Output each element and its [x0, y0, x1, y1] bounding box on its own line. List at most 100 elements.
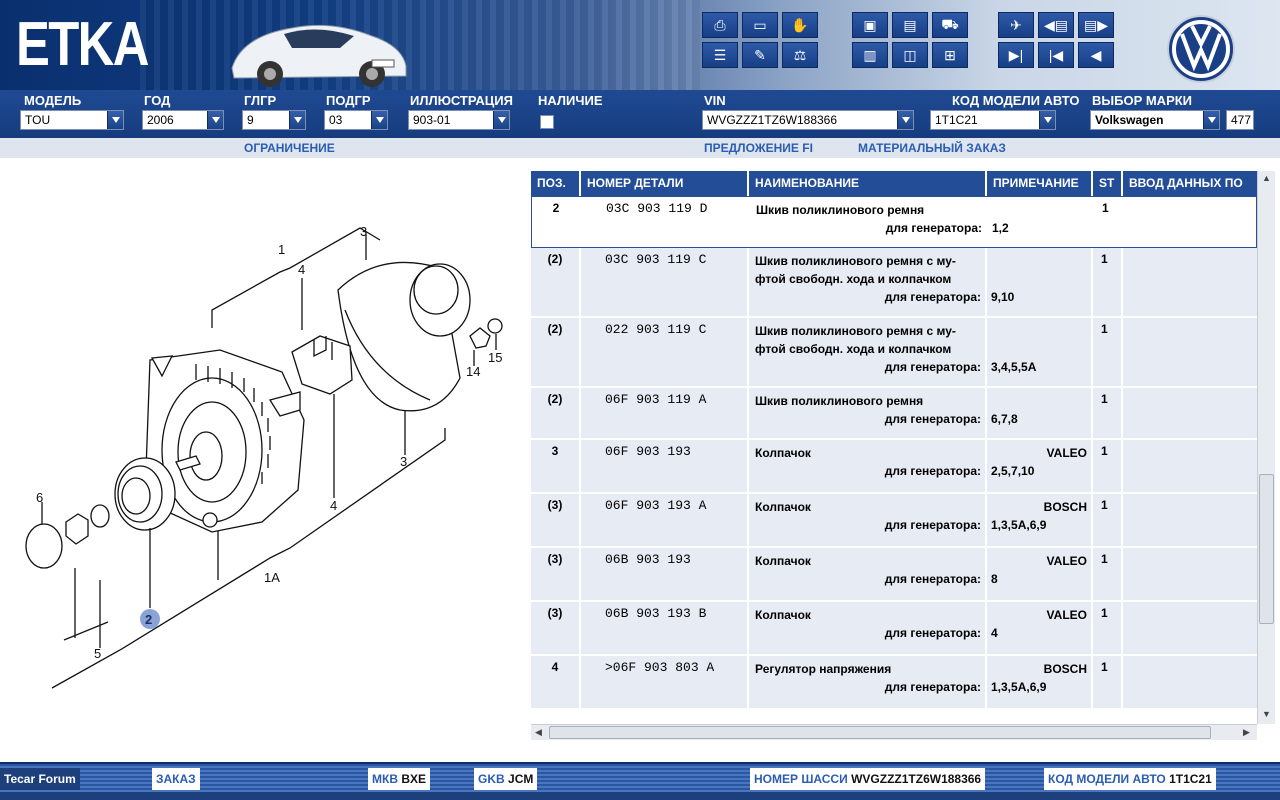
- brand-select[interactable]: Volkswagen: [1090, 110, 1220, 130]
- row-note: VALEO 2,5,7,10: [987, 440, 1093, 492]
- col-note-header[interactable]: ПРИМЕЧАНИЕ: [987, 171, 1093, 196]
- row-note: 6,7,8: [987, 388, 1093, 438]
- row-part-number[interactable]: 06B 903 193 B: [581, 602, 749, 654]
- forum-link[interactable]: Tecar Forum: [0, 768, 80, 790]
- model-select[interactable]: TOU: [20, 110, 124, 130]
- model-code-select[interactable]: 1T1C21: [930, 110, 1056, 130]
- elsa-icon[interactable]: ▣: [852, 12, 888, 38]
- row-input-cell[interactable]: [1123, 440, 1257, 492]
- depot-icon[interactable]: ▤: [892, 12, 928, 38]
- row-generator-label: для генератора:: [884, 626, 981, 640]
- chevron-down-icon[interactable]: [207, 111, 223, 129]
- prev-page-icon[interactable]: ◀▤: [1038, 12, 1074, 38]
- car-image: [231, 24, 407, 87]
- chevron-down-icon[interactable]: [107, 111, 123, 129]
- horizontal-scrollbar[interactable]: ◀ ▶: [531, 724, 1257, 740]
- chevron-down-icon[interactable]: [897, 111, 913, 129]
- row-part-number[interactable]: >06F 903 803 A: [581, 656, 749, 708]
- row-input-cell[interactable]: [1123, 318, 1257, 386]
- vin-select[interactable]: WVGZZZ1TZ6W188366: [702, 110, 914, 130]
- row-position: (3): [531, 548, 581, 600]
- selected-callout[interactable]: 2: [140, 609, 160, 629]
- pin-icon[interactable]: ✈: [998, 12, 1034, 38]
- col-pos-header[interactable]: ПОЗ.: [531, 171, 581, 196]
- horizontal-scroll-thumb[interactable]: [549, 726, 1211, 739]
- table-row[interactable]: (3) 06F 903 193 A Колпачок для генератора: B…: [531, 494, 1257, 548]
- row-input-cell[interactable]: [1123, 656, 1257, 708]
- tools-icon[interactable]: ▥: [852, 42, 888, 68]
- col-st-header[interactable]: ST: [1093, 171, 1123, 196]
- restriction-link[interactable]: ОГРАНИЧЕНИЕ: [244, 141, 335, 155]
- table-row[interactable]: (2) 03C 903 119 C Шкив поликлинового ремня…: [531, 248, 1257, 318]
- vertical-scrollbar[interactable]: ▲ ▼: [1257, 171, 1275, 724]
- printer-icon[interactable]: ⎙: [702, 12, 738, 38]
- col-name-header[interactable]: НАИМЕНОВАНИЕ: [749, 171, 987, 196]
- row-part-number[interactable]: 06F 903 193 A: [581, 494, 749, 546]
- callout-label: 4: [298, 262, 305, 277]
- scale-icon[interactable]: ⚖: [782, 42, 818, 68]
- table-row[interactable]: (2) 022 903 119 C Шкив поликлинового ремня…: [531, 318, 1257, 388]
- row-name-line: Колпачок: [755, 500, 811, 514]
- availability-checkbox[interactable]: [540, 115, 554, 129]
- row-part-number[interactable]: 03C 903 119 D: [582, 197, 750, 247]
- book-icon[interactable]: ▭: [742, 12, 778, 38]
- callout-label: 6: [36, 490, 43, 505]
- car-icon[interactable]: ◫: [892, 42, 928, 68]
- row-part-number[interactable]: 06F 903 119 A: [581, 388, 749, 438]
- row-input-cell[interactable]: [1124, 197, 1256, 247]
- col-number-header[interactable]: НОМЕР ДЕТАЛИ: [581, 171, 749, 196]
- back-icon[interactable]: ◀: [1078, 42, 1114, 68]
- row-input-cell[interactable]: [1123, 602, 1257, 654]
- row-part-number[interactable]: 06F 903 193: [581, 440, 749, 492]
- row-note: VALEO 4: [987, 602, 1093, 654]
- vin-label: VIN: [704, 93, 726, 108]
- cart-icon[interactable]: ⛟: [932, 12, 968, 38]
- vertical-scroll-thumb[interactable]: [1259, 474, 1274, 624]
- sub-group-select[interactable]: 03: [324, 110, 388, 130]
- table-row[interactable]: (3) 06B 903 193 B Колпачок для генератора: V…: [531, 602, 1257, 656]
- scroll-left-icon[interactable]: ◀: [535, 727, 542, 738]
- list-icon[interactable]: ☰: [702, 42, 738, 68]
- table-row[interactable]: 4 >06F 903 803 A Регулятор напряжения для г…: [531, 656, 1257, 710]
- row-input-cell[interactable]: [1123, 248, 1257, 316]
- first-icon[interactable]: |◀: [1038, 42, 1074, 68]
- chevron-down-icon[interactable]: [371, 111, 387, 129]
- row-input-cell[interactable]: [1123, 548, 1257, 600]
- order-link[interactable]: ЗАКАЗ: [152, 768, 200, 790]
- chevron-down-icon[interactable]: [1203, 111, 1219, 129]
- row-name-line: Шкив поликлинового ремня с му-: [755, 254, 956, 268]
- pencil-icon[interactable]: ✎: [742, 42, 778, 68]
- next-page-icon[interactable]: ▤▶: [1078, 12, 1114, 38]
- scroll-up-icon[interactable]: ▲: [1262, 173, 1271, 183]
- basket-icon[interactable]: ⊞: [932, 42, 968, 68]
- row-input-cell[interactable]: [1123, 494, 1257, 546]
- row-name-line: фтой свободн. хода и колпачком: [755, 342, 952, 356]
- offer-link[interactable]: ПРЕДЛОЖЕНИЕ FI: [704, 141, 813, 155]
- status-bar: Tecar Forum ЗАКАЗ МКВ BXE GKB JCM НОМЕР …: [0, 762, 1280, 792]
- row-part-number[interactable]: 022 903 119 C: [581, 318, 749, 386]
- table-row[interactable]: (3) 06B 903 193 Колпачок для генератора: VAL…: [531, 548, 1257, 602]
- table-row[interactable]: (2) 06F 903 119 A Шкив поликлинового ремня…: [531, 388, 1257, 440]
- table-row[interactable]: 2 03C 903 119 D Шкив поликлинового ремня дл…: [531, 196, 1257, 248]
- last-icon[interactable]: ▶|: [998, 42, 1034, 68]
- table-row[interactable]: 3 06F 903 193 Колпачок для генератора: VALEO…: [531, 440, 1257, 494]
- handshake-icon[interactable]: ✋: [782, 12, 818, 38]
- chevron-down-icon[interactable]: [493, 111, 509, 129]
- scroll-down-icon[interactable]: ▼: [1262, 709, 1271, 719]
- year-select[interactable]: 2006: [142, 110, 224, 130]
- row-name-line: Колпачок: [755, 446, 811, 460]
- row-input-cell[interactable]: [1123, 388, 1257, 438]
- row-part-number[interactable]: 03C 903 119 C: [581, 248, 749, 316]
- main-group-select[interactable]: 9: [242, 110, 306, 130]
- scroll-right-icon[interactable]: ▶: [1243, 727, 1250, 738]
- row-generator-label: для генератора:: [884, 290, 981, 304]
- row-name: Шкив поликлинового ремня с му-фтой свобо…: [749, 318, 987, 386]
- chassis-info: НОМЕР ШАССИ WVGZZZ1TZ6W188366: [750, 768, 986, 790]
- col-input-header[interactable]: ВВОД ДАННЫХ ПО: [1123, 171, 1257, 196]
- material-order-link[interactable]: МАТЕРИАЛЬНЫЙ ЗАКАЗ: [858, 141, 1006, 155]
- chevron-down-icon[interactable]: [1039, 111, 1055, 129]
- row-part-number[interactable]: 06B 903 193: [581, 548, 749, 600]
- illustration-select[interactable]: 903-01: [408, 110, 510, 130]
- chevron-down-icon[interactable]: [289, 111, 305, 129]
- row-note-value: 1,3,5A,6,9: [991, 680, 1047, 694]
